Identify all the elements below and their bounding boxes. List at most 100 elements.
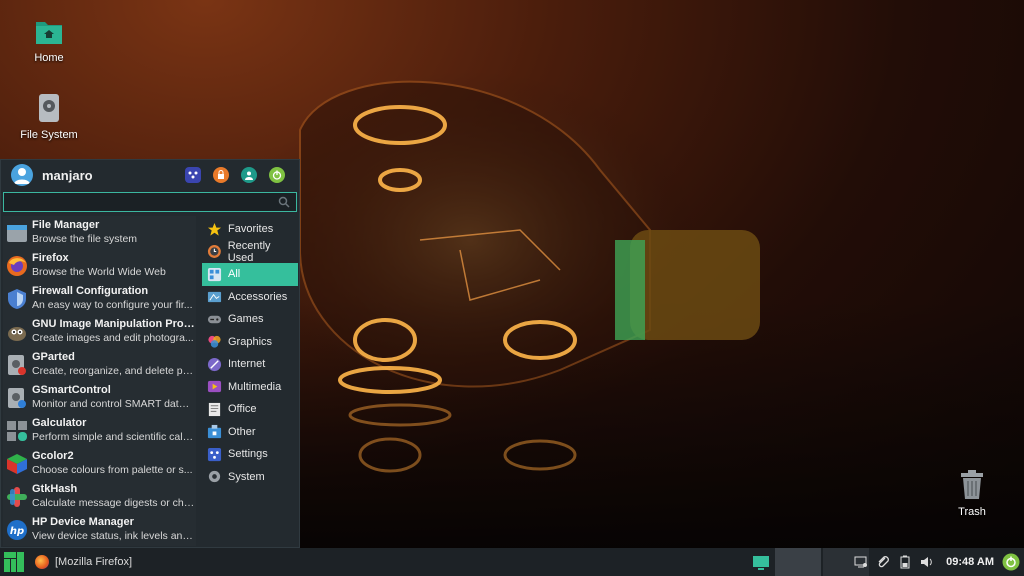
show-desktop-button[interactable] (751, 548, 771, 576)
gsmartcontrol-icon (8, 387, 26, 408)
category-list: Favorites Recently Used All Accessories … (202, 218, 298, 488)
app-name: File Manager (32, 219, 100, 231)
other-icon (207, 425, 222, 439)
trash-icon (961, 470, 983, 499)
menu-header: manjaro (1, 160, 299, 190)
firewall-icon (8, 288, 26, 309)
category-label: Graphics (228, 335, 273, 348)
app-name: GParted (32, 351, 75, 363)
app-list: File Manager Browse the file system Firef… (3, 216, 196, 546)
office-icon (208, 402, 221, 416)
internet-icon (207, 357, 222, 371)
category-accessories[interactable]: Accessories (202, 286, 298, 309)
list-item-gtkhash[interactable]: GtkHash Calculate message digests or che.… (3, 480, 196, 513)
clock[interactable]: 09:48 AM (946, 556, 994, 568)
volume-icon[interactable] (920, 555, 934, 569)
app-name: GNU Image Manipulation Prog... (32, 318, 195, 330)
home-folder-icon (36, 22, 62, 44)
workspace-1[interactable] (775, 548, 821, 576)
app-name: Firewall Configuration (32, 285, 149, 297)
app-description: An easy way to configure your fir... (32, 299, 193, 311)
category-games[interactable]: Games (202, 308, 298, 331)
speaker-icon (921, 557, 932, 567)
category-label: Settings (228, 448, 268, 461)
category-graphics[interactable]: Graphics (202, 331, 298, 354)
list-item-firefox[interactable]: Firefox Browse the World Wide Web (3, 249, 196, 282)
switch-user-icon (245, 171, 253, 180)
list-item-galculator[interactable]: Galculator Perform simple and scientific … (3, 414, 196, 447)
logout-button[interactable] (269, 167, 285, 183)
accessories-icon (207, 292, 222, 303)
category-office[interactable]: Office (202, 398, 298, 421)
battery-level-icon (900, 555, 910, 569)
category-other[interactable]: Other (202, 421, 298, 444)
desktop-icon-trash[interactable]: Trash (927, 470, 1017, 518)
gimp-icon (8, 326, 26, 341)
category-all[interactable]: All (202, 263, 298, 286)
category-label: Internet (228, 358, 266, 371)
search-box (3, 192, 297, 212)
category-favorites[interactable]: Favorites (202, 218, 298, 241)
app-name: Firefox (32, 252, 69, 264)
app-name: GtkHash (32, 483, 78, 495)
switch-user-button[interactable] (241, 167, 257, 183)
list-item-file-manager[interactable]: File Manager Browse the file system (3, 216, 196, 249)
drive-icon (39, 94, 59, 122)
user-avatar (11, 164, 33, 186)
app-description: Browse the file system (32, 233, 138, 245)
list-item-gcolor2[interactable]: Gcolor2 Choose colours from palette or s.… (3, 447, 196, 480)
lock-screen-icon (218, 170, 224, 179)
category-internet[interactable]: Internet (202, 353, 298, 376)
list-item-gimp[interactable]: GNU Image Manipulation Prog... Create ima… (3, 315, 196, 348)
hash-icon (7, 486, 27, 507)
desktop-icon-home[interactable]: Home (4, 18, 94, 64)
clipboard-icon[interactable] (876, 555, 890, 569)
search-input[interactable] (4, 194, 296, 212)
list-item-firewall[interactable]: Firewall Configuration An easy way to con… (3, 282, 196, 315)
application-menu: manjaro File Manager Browse the file syst… (0, 159, 300, 548)
app-name: HP Device Manager (32, 516, 134, 528)
settings-manager-button[interactable] (185, 167, 201, 183)
gamepad-icon (207, 315, 222, 323)
category-system[interactable]: System (202, 466, 298, 489)
file-manager-icon (7, 224, 27, 242)
category-settings[interactable]: Settings (202, 443, 298, 466)
battery-icon[interactable] (898, 555, 912, 569)
system-tray: 09:48 AM (854, 548, 1024, 576)
desktop-icon-label: File System (20, 129, 78, 141)
desktop-icon-file-system[interactable]: File System (4, 93, 94, 141)
graphics-icon (208, 336, 221, 348)
app-description: Monitor and control SMART data ... (32, 398, 195, 410)
multimedia-icon (207, 381, 222, 393)
taskbar: [Mozilla Firefox] 09:48 AM (0, 548, 1024, 576)
list-item-hp-device-manager[interactable]: hp HP Device Manager View device status, … (3, 513, 196, 546)
calculator-icon (7, 420, 27, 441)
lock-screen-button[interactable] (213, 167, 229, 183)
category-label: All (228, 268, 241, 281)
settings-icon (207, 447, 222, 461)
app-name: GSmartControl (32, 384, 111, 396)
app-description: Perform simple and scientific calc... (32, 431, 195, 443)
menu-button[interactable] (1, 549, 27, 575)
logout-tray-button[interactable] (1002, 553, 1020, 571)
category-label: Other (228, 425, 256, 438)
desktop-icon (753, 556, 769, 570)
category-label: System (228, 470, 265, 483)
app-description: Create images and edit photogra... (32, 332, 194, 344)
list-item-gsmartcontrol[interactable]: GSmartControl Monitor and control SMART d… (3, 381, 196, 414)
all-apps-icon (207, 267, 222, 281)
app-description: Calculate message digests or che... (32, 497, 195, 509)
network-icon[interactable] (854, 555, 868, 569)
svg-text:hp: hp (10, 526, 24, 537)
taskbar-window-firefox[interactable]: [Mozilla Firefox] (35, 555, 132, 569)
category-label: Office (228, 403, 257, 416)
category-label: Recently Used (227, 239, 271, 264)
list-item-gparted[interactable]: GParted Create, reorganize, and delete pa… (3, 348, 196, 381)
app-name: Galculator (32, 417, 87, 429)
category-multimedia[interactable]: Multimedia (202, 376, 298, 399)
recent-icon (207, 245, 221, 259)
category-label: Favorites (228, 223, 274, 236)
category-recently-used[interactable]: Recently Used (202, 239, 298, 264)
app-description: Create, reorganize, and delete pa... (32, 365, 195, 377)
app-description: Choose colours from palette or s... (32, 464, 193, 476)
